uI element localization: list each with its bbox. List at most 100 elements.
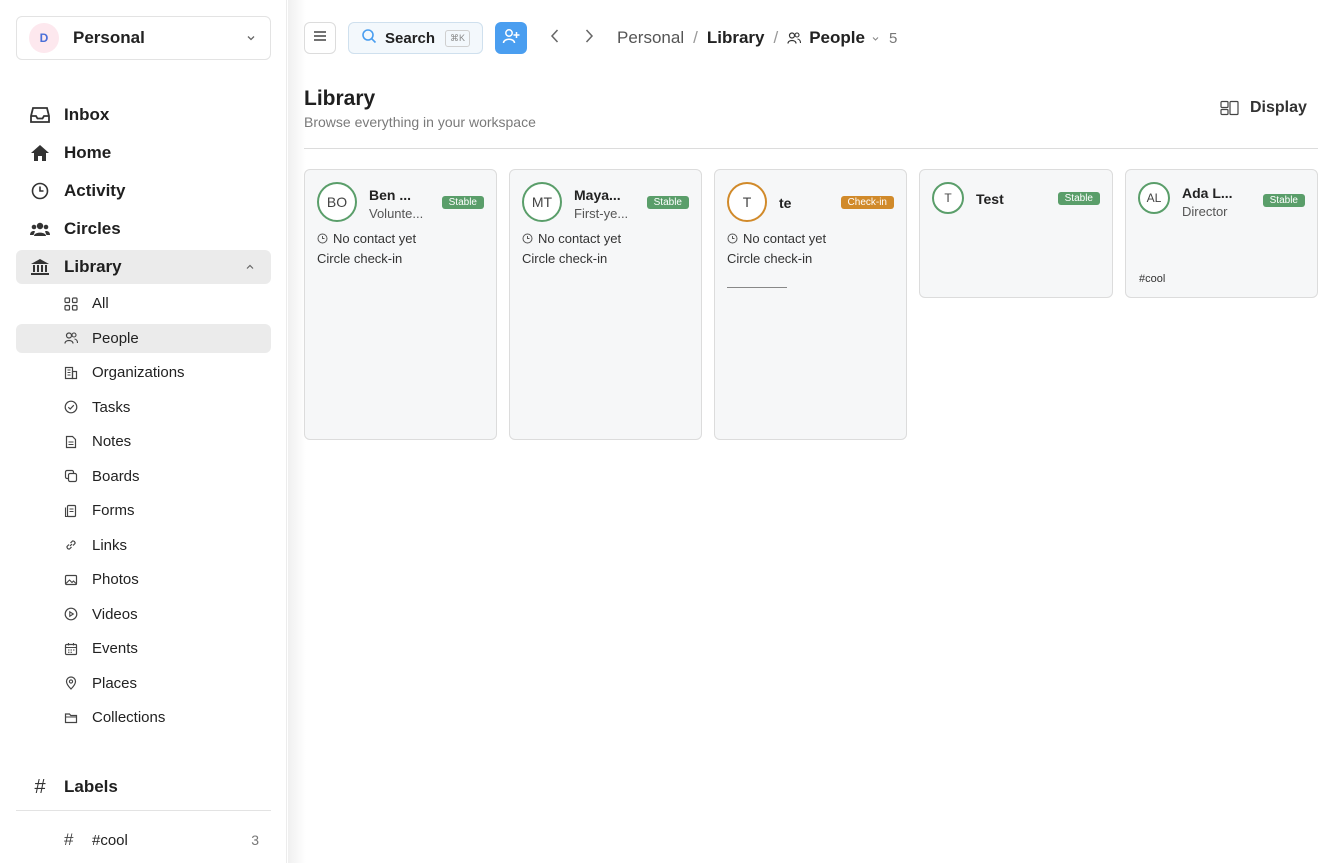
- people-icon: [787, 30, 803, 46]
- person-card[interactable]: AL Ada L... Director Stable #cool: [1125, 169, 1318, 298]
- label-name: #cool: [92, 831, 128, 849]
- workspace-name: Personal: [73, 28, 145, 47]
- display-button[interactable]: Display: [1220, 96, 1307, 120]
- person-name: Test: [976, 191, 1004, 207]
- breadcrumb-root[interactable]: Personal: [617, 28, 684, 48]
- user-plus-icon: [502, 27, 520, 50]
- cadence-label: Circle check-in: [727, 251, 813, 266]
- labels-divider: [16, 810, 271, 811]
- sidebar-item-events[interactable]: Events: [16, 634, 271, 663]
- person-card[interactable]: T Test Stable: [919, 169, 1113, 298]
- label-tag[interactable]: #cool: [1139, 273, 1165, 285]
- nav-item-activity[interactable]: Activity: [16, 174, 271, 208]
- grid-icon: [64, 296, 78, 311]
- person-role: Volunte...: [369, 206, 424, 221]
- label-item-cool[interactable]: # #cool 3: [16, 826, 271, 854]
- nav-item-library[interactable]: Library: [16, 250, 271, 284]
- chevron-up-icon[interactable]: [245, 262, 255, 272]
- breadcrumb-section[interactable]: Library: [707, 28, 765, 48]
- person-role: First-ye...: [574, 206, 629, 221]
- last-contact-text: No contact yet: [538, 231, 622, 246]
- divider-line: [727, 287, 787, 288]
- page-subtitle: Browse everything in your workspace: [304, 114, 536, 130]
- nav-item-circles[interactable]: Circles: [16, 212, 271, 246]
- forward-button[interactable]: [579, 28, 599, 48]
- sidebar-item-organizations[interactable]: Organizations: [16, 358, 271, 387]
- status-badge: Stable: [646, 196, 689, 209]
- sidebar-item-label: People: [92, 329, 139, 347]
- link-icon: [64, 538, 78, 552]
- main-nav: Inbox Home Activity Circles Library: [16, 98, 271, 288]
- sidebar-item-label: Collections: [92, 709, 166, 726]
- map-pin-icon: [64, 676, 78, 690]
- sidebar-item-collections[interactable]: Collections: [16, 703, 271, 732]
- workspace-switcher[interactable]: D Personal: [16, 16, 271, 60]
- sidebar-item-people[interactable]: People: [16, 323, 271, 353]
- chevron-down-icon: [871, 34, 880, 43]
- person-name: te: [779, 195, 792, 211]
- status-badge: Check-in: [840, 196, 894, 209]
- users-icon: [30, 219, 50, 239]
- sidebar-item-forms[interactable]: Forms: [16, 496, 271, 525]
- folder-icon: [64, 711, 78, 725]
- person-role: Director: [1182, 204, 1228, 219]
- nav-item-home[interactable]: Home: [16, 136, 271, 170]
- library-subnav: All People Organizations Tasks Notes Boa…: [16, 289, 271, 738]
- workspace-avatar: D: [29, 23, 59, 53]
- note-icon: [64, 435, 78, 449]
- breadcrumb-separator: /: [773, 28, 779, 47]
- nav-label: Activity: [64, 181, 126, 200]
- person-name: Ben ...: [369, 187, 412, 203]
- calendar-icon: [64, 642, 78, 656]
- board-icon: [64, 469, 78, 483]
- sidebar-item-boards[interactable]: Boards: [16, 462, 271, 491]
- avatar: T: [932, 182, 964, 214]
- avatar: BO: [317, 182, 357, 222]
- check-circle-icon: [64, 400, 78, 414]
- sidebar-item-places[interactable]: Places: [16, 669, 271, 698]
- search-button[interactable]: Search ⌘K: [348, 22, 483, 54]
- sidebar-item-label: Notes: [92, 433, 132, 450]
- sidebar-item-label: Organizations: [92, 364, 185, 381]
- clock-icon: [317, 233, 328, 244]
- menu-button[interactable]: [304, 22, 336, 54]
- cadence-label: Circle check-in: [522, 251, 608, 266]
- status-badge: Stable: [1057, 192, 1100, 205]
- chevron-left-icon: [549, 28, 561, 49]
- breadcrumb-current-label: People: [809, 28, 865, 47]
- last-contact: No contact yet: [317, 231, 416, 246]
- page-title: Library: [304, 87, 376, 110]
- sidebar-item-label: Photos: [92, 571, 139, 588]
- cadence-label: Circle check-in: [317, 251, 403, 266]
- sidebar-item-tasks[interactable]: Tasks: [16, 393, 271, 422]
- clock-icon: [727, 233, 738, 244]
- sidebar-item-label: Boards: [92, 467, 140, 485]
- labels-section-heading[interactable]: # Labels: [16, 771, 271, 803]
- sidebar-item-notes[interactable]: Notes: [16, 427, 271, 456]
- sidebar-item-label: Links: [92, 536, 128, 554]
- search-label: Search: [385, 29, 436, 47]
- back-button[interactable]: [545, 28, 565, 48]
- play-circle-icon: [64, 607, 78, 621]
- nav-item-inbox[interactable]: Inbox: [16, 98, 271, 132]
- labels-heading-text: Labels: [64, 777, 118, 796]
- nav-label: Home: [64, 143, 112, 162]
- avatar: T: [727, 182, 767, 222]
- person-card[interactable]: BO Ben ... Volunte... Stable No contact …: [304, 169, 497, 440]
- sidebar-item-label: Forms: [92, 502, 135, 519]
- person-card[interactable]: MT Maya... First-ye... Stable No contact…: [509, 169, 702, 440]
- chevron-down-icon: [244, 31, 258, 45]
- status-badge: Stable: [441, 196, 484, 209]
- people-icon: [64, 331, 78, 345]
- sidebar-item-photos[interactable]: Photos: [16, 565, 271, 594]
- add-person-button[interactable]: [495, 22, 527, 54]
- sidebar-item-all[interactable]: All: [16, 289, 271, 318]
- sidebar-item-links[interactable]: Links: [16, 531, 271, 560]
- person-card[interactable]: T te Check-in No contact yet Circle chec…: [714, 169, 907, 440]
- search-icon: [361, 28, 377, 49]
- inbox-icon: [30, 105, 50, 125]
- breadcrumb-current[interactable]: People: [787, 28, 880, 48]
- chevron-right-icon: [583, 28, 595, 49]
- sidebar-item-videos[interactable]: Videos: [16, 600, 271, 629]
- last-contact-text: No contact yet: [743, 231, 827, 246]
